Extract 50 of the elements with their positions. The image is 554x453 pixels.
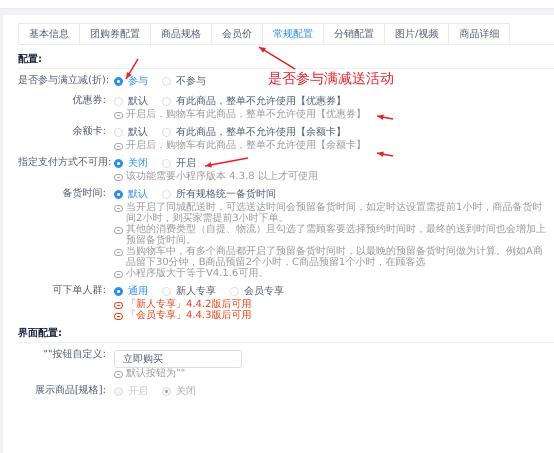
radio-option[interactable]: 新人专享 [162, 284, 216, 298]
message-icon [114, 112, 123, 119]
input-field[interactable]: 立即购买 [114, 350, 242, 368]
radio-option[interactable]: 默认 [114, 125, 148, 139]
radio-option[interactable]: 所有规格统一备货时间 [162, 187, 276, 201]
hint-text: 开启后，购物车有此商品，整单不允许使用【余额卡】 [126, 140, 366, 151]
message-icon [114, 227, 123, 234]
hint-text: 小程序版大于等于V4.1.6可用。 [126, 268, 268, 279]
hint-text: 该功能需要小程序版本 4.3.8 以上才可使用 [126, 171, 318, 182]
arrow-icon [376, 114, 394, 120]
hint-text: 默认按钮为"" [126, 368, 186, 379]
field-label: 余额卡: [72, 124, 107, 139]
field-label: ""按钮自定义: [42, 348, 107, 362]
message-icon [114, 302, 123, 309]
field-label: 可下单人群: [52, 284, 107, 298]
field-label: 展示商品[规格]: [34, 384, 107, 398]
radio-option[interactable]: 默认 [114, 94, 148, 108]
field-label: 优惠券: [72, 94, 107, 108]
radio-option[interactable]: 默认 [114, 187, 148, 201]
radio-option[interactable]: 关闭 [114, 156, 148, 170]
radio-option[interactable]: 会员专享 [230, 284, 284, 298]
message-icon [114, 174, 123, 181]
message-icon [114, 271, 123, 278]
arrow-icon [204, 157, 248, 168]
field-label: 备货时间: [62, 186, 107, 201]
field-label: 指定支付方式不可用: [18, 156, 112, 170]
hint-text: 当开启了同城配送时，可选送达时间会预留备货时间，如定时达设置需提前1小时，商品备货时间2小时，则买家需提前3小时下单。 [126, 202, 542, 224]
radio-option[interactable]: 不参与 [162, 74, 206, 88]
field-label: 是否参与满立减(折): [18, 74, 110, 88]
radio-option[interactable]: 参与 [114, 74, 148, 88]
message-icon [114, 249, 123, 256]
tab[interactable]: 基本信息 [18, 23, 80, 44]
message-icon [114, 313, 123, 320]
hint-text: 其他的消费类型（自提、物流）且勾选了需顾客要选择预约时间时，最终的送到时间也会增加上预留备货时间。 [126, 224, 547, 246]
annotation-text: 是否参与满减送活动 [268, 70, 394, 88]
hint-text: 「新人专享」4.4.2版后可用 [126, 299, 252, 310]
radio-option[interactable]: 开启 [162, 156, 196, 170]
arrow-icon [376, 152, 394, 157]
radio-option[interactable]: 有此商品，整单不允许使用【优惠券】 [162, 94, 346, 108]
hint-text: 当购物车中，有多个商品都开启了预留备货时间时，以最晚的预留备货时间做为计算。例如A商品留下30分钟，B商品预留2个小时，C商品预留1个小时，在顾客选 [126, 246, 544, 268]
hint-text: 开启后，购物车有此商品，整单不允许使用【优惠券】 [126, 109, 366, 120]
message-icon [114, 143, 123, 150]
radio-option[interactable]: 有此商品，整单不允许使用【余额卡】 [162, 125, 346, 139]
message-icon [114, 205, 123, 212]
section-title: 配置: [18, 51, 554, 69]
hint-text: 「会员专享」4.4.3版后可用 [126, 310, 252, 321]
tab[interactable]: 商品详细 [448, 23, 510, 44]
section-title: 界面配置: [18, 325, 554, 343]
arrow-icon [258, 46, 296, 70]
message-icon [114, 371, 123, 378]
